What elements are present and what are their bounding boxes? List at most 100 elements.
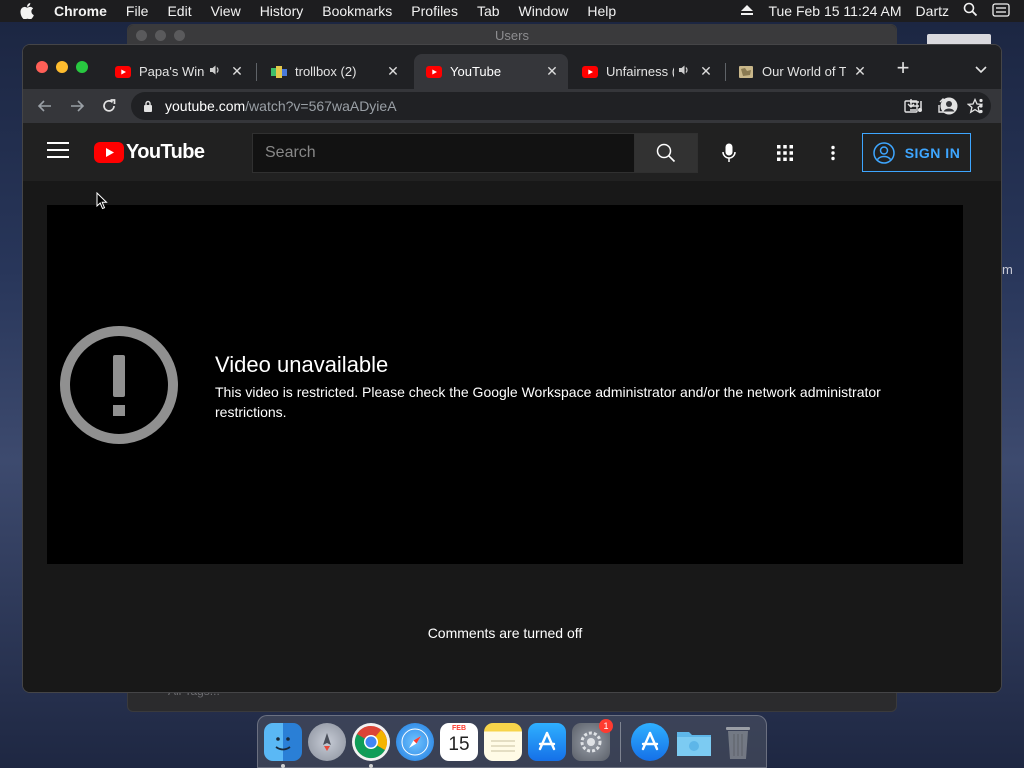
reload-button[interactable] (97, 94, 121, 118)
safari-icon[interactable] (396, 722, 434, 761)
notes-icon[interactable] (484, 722, 522, 761)
tab-unfairness[interactable]: Unfairness ( ✕ (570, 54, 722, 89)
tab-strip: Papa's Wing ✕ trollbox (2) ✕ YouTube ✕ U… (23, 45, 1001, 89)
menu-app-name[interactable]: Chrome (54, 3, 107, 19)
tab-title: YouTube (450, 64, 502, 79)
more-vertical-icon (831, 145, 835, 161)
forward-button[interactable] (65, 94, 89, 118)
close-icon[interactable]: ✕ (229, 63, 245, 80)
youtube-icon (582, 64, 598, 80)
close-icon[interactable]: ✕ (852, 63, 868, 80)
finder-icon[interactable] (264, 722, 302, 768)
launchpad-icon[interactable] (308, 722, 346, 761)
tab-search-chevron-icon[interactable] (973, 61, 989, 77)
window-zoom-button[interactable] (76, 61, 88, 73)
calendar-icon[interactable]: FEB 15 (440, 722, 478, 761)
window-minimize-button[interactable] (56, 61, 68, 73)
tab-title: Papa's Wing (139, 64, 205, 79)
running-indicator (369, 763, 373, 768)
app-store-icon[interactable] (528, 722, 566, 761)
menu-profiles[interactable]: Profiles (411, 3, 458, 19)
close-icon[interactable]: ✕ (698, 63, 714, 80)
guide-menu-icon[interactable] (47, 142, 69, 160)
menu-edit[interactable]: Edit (167, 3, 191, 19)
menu-bookmarks[interactable]: Bookmarks (322, 3, 392, 19)
lock-icon[interactable] (143, 100, 155, 112)
youtube-icon (115, 64, 131, 80)
voice-search-button[interactable] (713, 137, 745, 169)
search-input[interactable] (265, 144, 634, 162)
spotlight-search-icon[interactable] (963, 2, 978, 20)
comments-status: Comments are turned off (427, 625, 583, 641)
apps-grid-icon (777, 145, 793, 161)
back-button[interactable] (33, 94, 57, 118)
tab-our-world[interactable]: Our World of Te ✕ (726, 54, 876, 89)
menu-tab[interactable]: Tab (477, 3, 500, 19)
menu-bar-status-area: Tue Feb 15 11:24 AM Dartz (726, 0, 1010, 22)
address-bar[interactable]: youtube.com/watch?v=567waADyieA (131, 92, 991, 120)
menu-history[interactable]: History (260, 3, 304, 19)
video-player[interactable]: Video unavailable This video is restrict… (47, 205, 963, 564)
menu-help[interactable]: Help (587, 3, 616, 19)
tab-title: Our World of Te (762, 64, 846, 79)
youtube-icon (426, 64, 442, 80)
menu-user-name[interactable]: Dartz (916, 3, 949, 19)
youtube-logo[interactable]: YouTube (94, 141, 205, 164)
microphone-icon (722, 143, 736, 162)
eject-icon[interactable] (740, 3, 754, 19)
settings-more-button[interactable] (821, 141, 845, 165)
tab-separator (256, 63, 257, 81)
notification-badge: 1 (599, 718, 613, 733)
search-icon (656, 143, 676, 163)
dock-separator (620, 721, 621, 762)
search-field[interactable] (252, 133, 634, 173)
exclamation-alert-icon (60, 326, 178, 444)
menu-file[interactable]: File (126, 3, 149, 19)
error-message: This video is restricted. Please check t… (215, 384, 881, 420)
speaker-icon[interactable] (209, 64, 223, 79)
finder-title: Users (495, 27, 529, 43)
youtube-masthead: YouTube Search SIGN IN (23, 123, 1001, 181)
error-title: Video unavailable (215, 352, 389, 377)
youtube-apps-button[interactable] (773, 141, 797, 165)
chrome-menu-icon[interactable] (969, 94, 993, 118)
search-button[interactable] (634, 133, 698, 173)
tab-trollbox[interactable]: trollbox (2) ✕ (259, 54, 409, 89)
map-icon (738, 64, 754, 80)
close-icon[interactable]: ✕ (385, 63, 401, 80)
profile-avatar-icon[interactable] (937, 94, 961, 118)
new-tab-button[interactable]: + (893, 57, 913, 79)
window-close-button[interactable] (36, 61, 48, 73)
tab-title: trollbox (2) (295, 64, 357, 79)
speaker-icon[interactable] (678, 64, 692, 79)
finder-title-bar: Users (128, 25, 896, 45)
browser-toolbar: youtube.com/watch?v=567waADyieA (23, 89, 1001, 123)
macos-menu-bar: Chrome File Edit View History Bookmarks … (0, 0, 1024, 22)
system-preferences-icon[interactable]: 1 (572, 718, 613, 761)
youtube-wordmark: YouTube (126, 141, 205, 163)
url-host: youtube.com (165, 98, 246, 114)
sign-in-label: SIGN IN (904, 144, 961, 161)
apple-menu-icon[interactable] (20, 3, 38, 19)
calendar-month: FEB (452, 724, 466, 732)
url-text[interactable]: youtube.com/watch?v=567waADyieA (165, 98, 397, 114)
control-center-icon[interactable] (992, 2, 1010, 20)
chrome-window: Papa's Wing ✕ trollbox (2) ✕ YouTube ✕ U… (22, 44, 1002, 693)
trash-icon[interactable] (719, 723, 757, 761)
macos-dock: FEB 15 1 (257, 715, 767, 768)
chrome-icon[interactable] (352, 722, 390, 768)
close-icon[interactable]: ✕ (544, 63, 560, 80)
tab-youtube[interactable]: YouTube ✕ (414, 54, 568, 89)
menu-view[interactable]: View (211, 3, 241, 19)
media-controls-icon[interactable] (905, 94, 929, 118)
calendar-day: 15 (448, 733, 470, 755)
youtube-play-icon (94, 142, 124, 163)
menu-clock[interactable]: Tue Feb 15 11:24 AM (768, 3, 901, 19)
account-circle-icon (872, 141, 895, 164)
tab-papas-wing[interactable]: Papa's Wing ✕ (103, 54, 253, 89)
sign-in-button[interactable]: SIGN IN (862, 133, 971, 172)
downloads-folder-icon[interactable] (675, 723, 713, 761)
tab-title: Unfairness ( (606, 64, 674, 79)
menu-window[interactable]: Window (519, 3, 569, 19)
app-store-icon[interactable] (631, 722, 669, 761)
